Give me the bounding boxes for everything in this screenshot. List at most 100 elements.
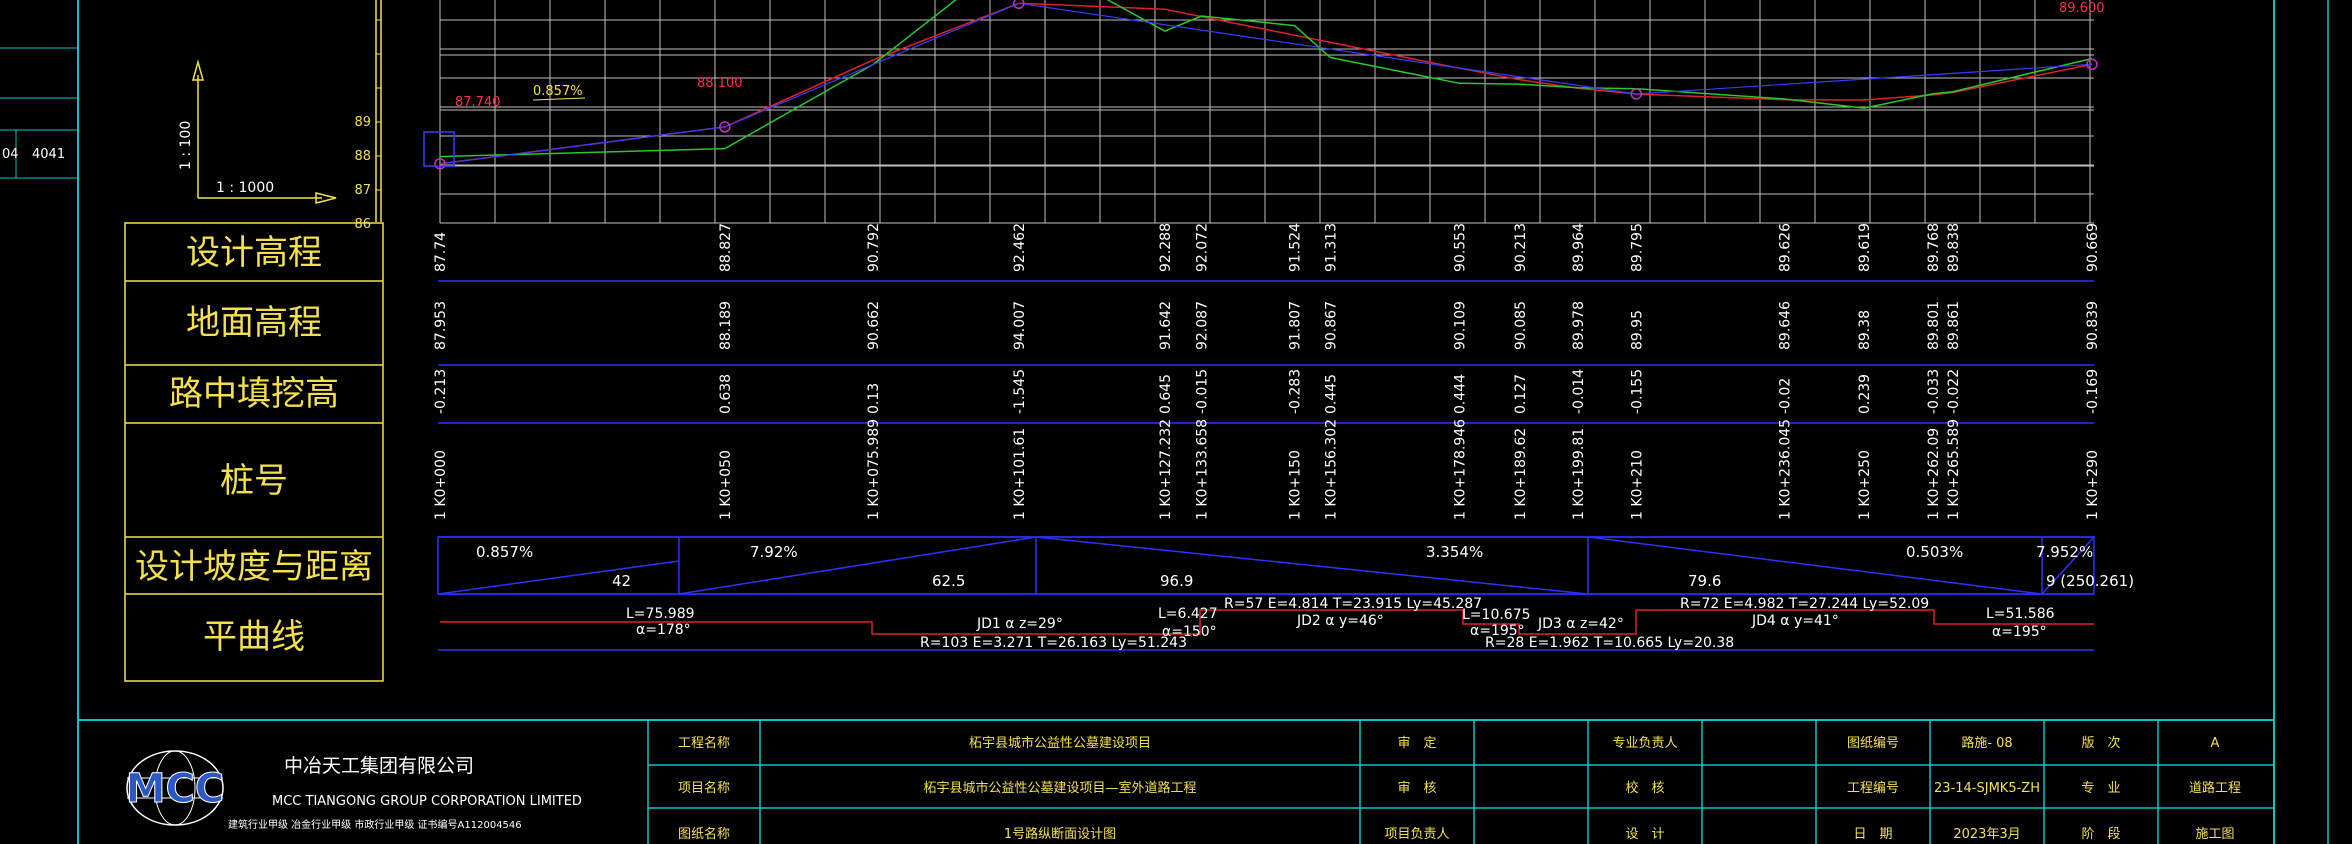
curve-jd2-top: R=57 E=4.814 T=23.915 Ly=45.287 (1224, 596, 1482, 612)
cut-fill-value: 0.127 (1513, 374, 1529, 414)
station-value: 1 K0+101.61 (1012, 428, 1028, 520)
tb-project-no: 23-14-SJMK5-ZH (1934, 781, 2040, 796)
y-tick-label: 88 (354, 149, 371, 164)
station-value: 1 K0+050 (718, 450, 734, 520)
profile-grid (439, 0, 2094, 224)
ground-elev-value: 90.867 (1323, 301, 1339, 350)
station-value: 1 K0+210 (1629, 450, 1645, 520)
tb-drawing-name-label: 图纸名称 (678, 826, 730, 842)
station-value: 1 K0+127.232 (1158, 419, 1174, 520)
profile-drawing: 04 4041 1 : 100 1 : 1000 86878889 87.740… (0, 0, 2329, 844)
curve-jd4-bot: JD4 α y=41° (1751, 613, 1839, 629)
station-value: 1 K0+262.09 (1926, 428, 1942, 520)
company-cert: 建筑行业甲级 冶金行业甲级 市政行业甲级 证书编号A112004546 (228, 818, 522, 831)
design-elev-value: 92.072 (1194, 223, 1210, 272)
cut-fill-value: 0.645 (1158, 374, 1174, 414)
logo-text: MCC (126, 766, 225, 812)
design-elev-value: 89.619 (1857, 223, 1873, 272)
station-value: 1 K0+133.658 (1194, 419, 1210, 520)
ground-elev-value: 90.839 (2085, 301, 2101, 350)
row-label-cut-fill: 路中填挖高 (169, 374, 339, 414)
cut-fill-value: -0.02 (1778, 378, 1794, 414)
design-elev-value: 89.795 (1629, 223, 1645, 272)
tb-prof-label: 专业负责人 (1612, 736, 1677, 751)
curve-jd2-bot: JD2 α y=46° (1296, 613, 1384, 629)
tb-discipline-label: 专 业 (2081, 781, 2120, 796)
design-elev-value: 90.669 (2085, 223, 2101, 272)
ground-elev-value: 90.109 (1452, 301, 1468, 350)
vertical-scale-label: 1 : 100 (178, 121, 194, 170)
ground-elev-value: 90.085 (1513, 301, 1529, 350)
station-value: 1 K0+156.302 (1323, 419, 1339, 520)
ground-elev-value: 89.95 (1629, 310, 1645, 350)
tb-stage-label: 阶 段 (2081, 827, 2120, 842)
grade-5: 7.952% (2036, 543, 2093, 561)
station-value: 1 K0+290 (2085, 450, 2101, 520)
company-name-en: MCC TIANGONG GROUP CORPORATION LIMITED (272, 794, 582, 809)
station-value: 1 K0+250 (1857, 450, 1873, 520)
ground-elev-value: 89.861 (1946, 301, 1962, 350)
station-value: 1 K0+075.989 (866, 419, 882, 520)
design-elev-value: 89.768 (1926, 223, 1942, 272)
design-elev-value: 91.524 (1287, 223, 1303, 272)
design-elev-value: 90.213 (1513, 223, 1529, 272)
ground-elev-value: 91.807 (1287, 301, 1303, 350)
tb-version: A (2211, 736, 2220, 751)
cut-fill-value: -1.545 (1012, 369, 1028, 414)
ground-elev-value: 90.662 (866, 301, 882, 350)
tb-design-label: 设 计 (1625, 827, 1664, 842)
tb-project-name: 柘宇县城市公益性公墓建设项目 (969, 735, 1151, 751)
station-value: 1 K0+150 (1287, 450, 1303, 520)
station-value: 1 K0+189.62 (1513, 428, 1529, 520)
ground-elev-value: 89.38 (1857, 310, 1873, 350)
ground-elev-value: 92.087 (1194, 301, 1210, 350)
scale-indicator: 1 : 100 1 : 1000 (178, 59, 337, 204)
curve-seg2-top: L=6.427 (1158, 606, 1218, 622)
start-marker-box (423, 131, 455, 167)
tb-proof-label: 校 核 (1625, 780, 1664, 796)
company-logo: MCC (125, 750, 225, 826)
curve-seg4-top: L=51.586 (1986, 606, 2055, 622)
tb-date-label: 日 期 (1853, 827, 1892, 842)
ground-elev-value: 89.978 (1571, 301, 1587, 350)
tb-project-name-label: 工程名称 (678, 735, 730, 751)
grade-1: 0.857% (476, 543, 533, 561)
pvi1-annotation: 88.100 (697, 76, 743, 91)
end-annotation: 89.600 (2059, 1, 2105, 16)
tb-item-name-label: 项目名称 (678, 780, 730, 796)
y-tick-label: 89 (354, 115, 371, 130)
design-elev-value: 92.462 (1012, 223, 1028, 272)
tb-drawing-no-label: 图纸编号 (1847, 736, 1899, 751)
cut-fill-value: 0.13 (866, 383, 882, 414)
design-elev-value: 89.964 (1571, 223, 1587, 272)
fragment-text-b: 4041 (32, 147, 65, 162)
cut-fill-value: 0.445 (1323, 374, 1339, 414)
distance-4: 79.6 (1688, 572, 1721, 590)
tb-review-label: 审 定 (1397, 736, 1436, 751)
profile-table-values: 87.74 88.827 90.792 92.462 92.288 92.072 91.52… (433, 223, 2101, 520)
cut-fill-value: -0.033 (1926, 369, 1942, 414)
curve-jd4-top: R=72 E=4.982 T=27.244 Ly=52.09 (1680, 596, 1929, 612)
profile-series-line (439, 2, 2093, 165)
ground-elev-value: 88.189 (718, 301, 734, 350)
tb-check-label: 审 核 (1397, 781, 1436, 796)
curve-jd3-top: JD3 α z=42° (1537, 616, 1624, 632)
tb-drawing-no: 路施- 08 (1961, 735, 2012, 751)
grade-chord-line (439, 2, 2093, 165)
cut-fill-value: -0.283 (1287, 369, 1303, 414)
tb-date: 2023年3月 (1953, 827, 2020, 842)
horizontal-scale-label: 1 : 1000 (216, 180, 274, 196)
tb-stage: 施工图 (2195, 827, 2234, 842)
cut-fill-value: 0.444 (1452, 374, 1468, 414)
tb-item-name: 柘宇县城市公益性公墓建设项目—室外道路工程 (923, 780, 1196, 796)
ground-elev-value: 89.646 (1778, 301, 1794, 350)
grade-3: 3.354% (1426, 543, 1483, 561)
design-elev-value: 87.74 (433, 232, 449, 272)
design-elev-value: 89.626 (1778, 223, 1794, 272)
tb-version-label: 版 次 (2081, 735, 2120, 751)
y-tick-labels: 86 87 88 89 (354, 115, 371, 232)
curve-seg1-bot: α=178° (636, 622, 691, 638)
design-elev-value: 90.792 (866, 223, 882, 272)
design-elev-value: 90.553 (1452, 223, 1468, 272)
distance-3: 96.9 (1160, 572, 1193, 590)
